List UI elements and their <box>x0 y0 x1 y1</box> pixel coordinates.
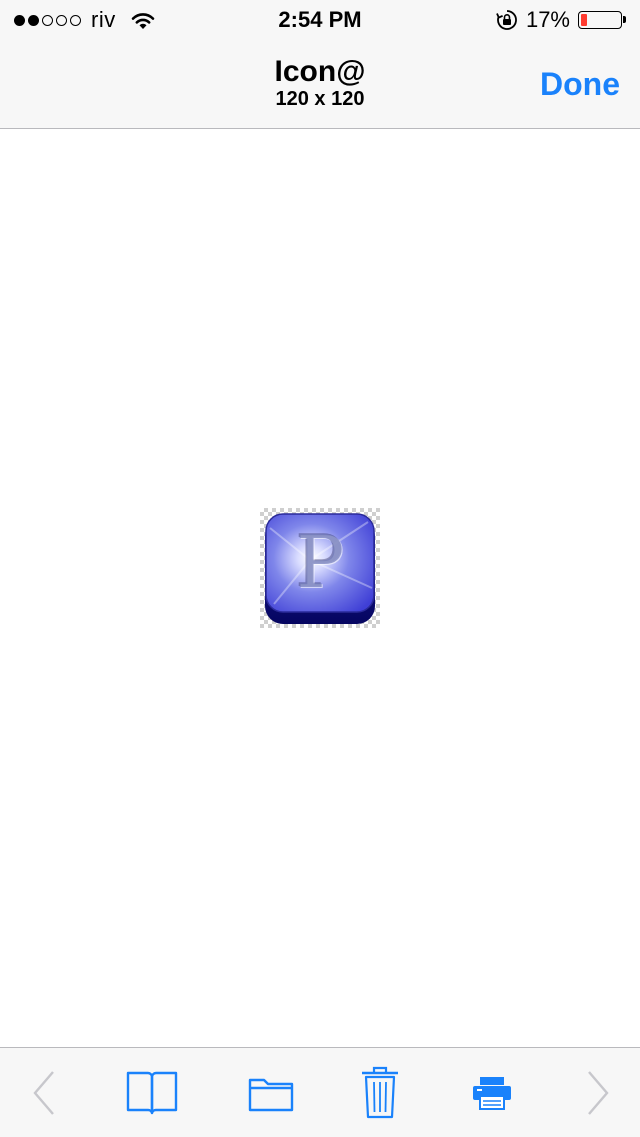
battery-percent: 17% <box>525 7 570 32</box>
status-right: 17% <box>496 6 628 34</box>
image-preview: P <box>260 508 380 628</box>
battery-icon <box>578 11 626 29</box>
forward-button[interactable] <box>576 1048 620 1137</box>
done-button[interactable]: Done <box>540 64 620 104</box>
delete-button[interactable] <box>358 1048 402 1137</box>
back-button[interactable] <box>22 1048 66 1137</box>
app-icon-letter: P <box>295 520 345 604</box>
folder-icon <box>248 1078 294 1111</box>
bookmarks-button[interactable] <box>122 1048 182 1137</box>
bottom-toolbar <box>0 1047 640 1137</box>
book-icon <box>126 1071 178 1114</box>
back-chevron-icon <box>33 1070 54 1115</box>
printer-icon <box>473 1076 511 1110</box>
top-bars: riv 2:54 PM 17% Icon@ 120 x 120 Done <box>0 0 640 129</box>
forward-chevron-icon <box>588 1070 609 1115</box>
folder-button[interactable] <box>246 1048 296 1137</box>
status-bar: riv 2:54 PM 17% <box>0 0 640 40</box>
trash-icon <box>362 1066 398 1118</box>
print-button[interactable] <box>468 1048 516 1137</box>
orientation-lock-icon <box>496 10 517 30</box>
battery-level-fill <box>581 14 587 26</box>
navigation-bar: Icon@ 120 x 120 Done <box>0 40 640 128</box>
